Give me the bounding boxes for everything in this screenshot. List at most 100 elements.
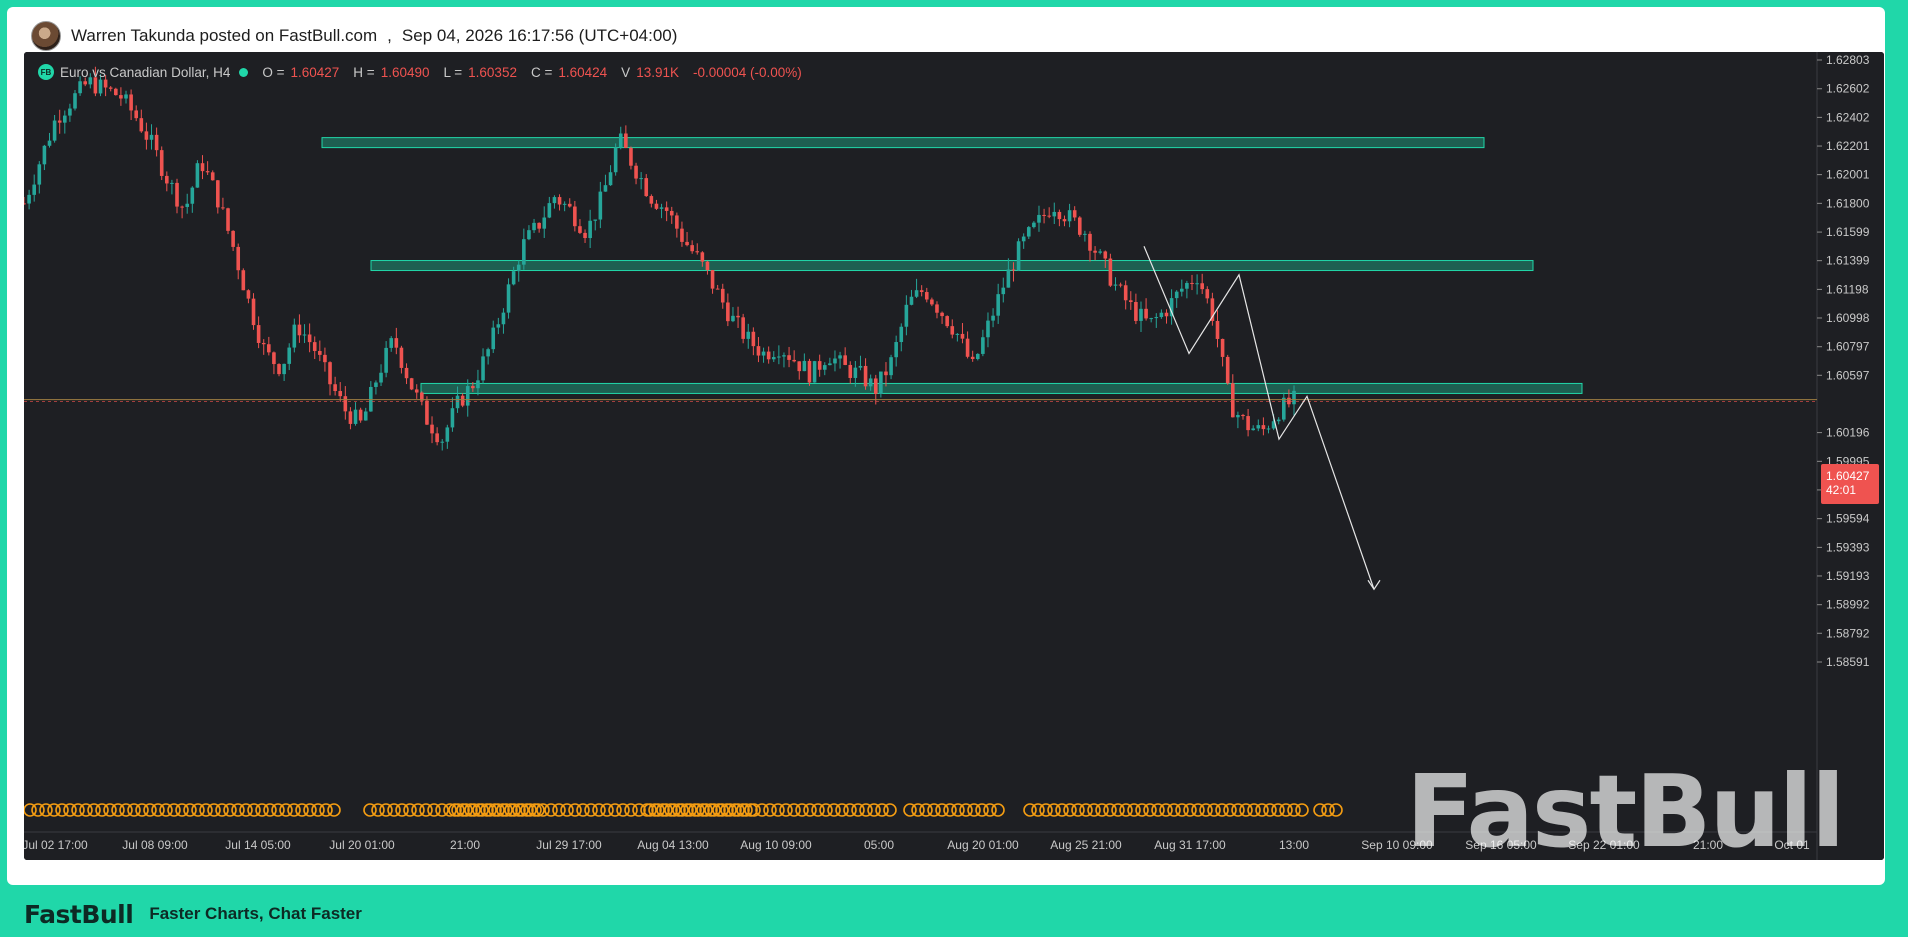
candle-body	[267, 344, 271, 353]
candle-body	[812, 361, 817, 383]
candle-body	[170, 182, 174, 184]
candle-body	[1139, 308, 1143, 321]
candle-body	[1001, 287, 1006, 295]
x-tick-label: Jul 20 01:00	[329, 838, 395, 852]
candle-body	[399, 347, 404, 368]
candle-body	[593, 219, 598, 221]
author-line[interactable]: Warren Takunda posted on FastBull.com	[71, 26, 377, 46]
candle-body	[557, 197, 562, 205]
candle-body	[226, 208, 230, 231]
candle-body	[435, 433, 439, 443]
candle-body	[190, 187, 195, 204]
candle-body	[924, 292, 929, 300]
candle-body	[537, 222, 541, 229]
footer: FastBull Faster Charts, Chat Faster	[24, 898, 362, 930]
candle-body	[1261, 425, 1266, 430]
candle-body	[1042, 214, 1046, 216]
candle-body	[935, 304, 939, 313]
candle-body	[720, 288, 725, 303]
y-tick-label: 1.61599	[1826, 225, 1870, 239]
candle-body	[669, 210, 674, 216]
candle-body	[909, 296, 914, 305]
candle-body	[685, 241, 689, 246]
candle-body	[715, 288, 720, 290]
y-tick-label: 1.61800	[1826, 196, 1870, 210]
chart-panel[interactable]: 1.62803 1.62602 1.62402 1.62201 1.62001 1.618…	[24, 52, 1884, 860]
candle-body	[822, 365, 827, 370]
candle-body	[1113, 284, 1118, 286]
candle-body	[1052, 211, 1057, 217]
candlestick-chart[interactable]: 1.62803 1.62602 1.62402 1.62201 1.62001 1.618…	[24, 52, 1884, 860]
candle-body	[1118, 284, 1123, 286]
candle-body	[664, 207, 669, 211]
candle-body	[817, 361, 822, 370]
symbol-title[interactable]: Euro vs Canadian Dollar, H4	[60, 65, 230, 80]
candle-body	[904, 304, 909, 327]
candle-body	[552, 197, 557, 204]
candle-body	[613, 147, 618, 173]
high-value: 1.60490	[380, 64, 430, 80]
candle-body	[323, 354, 327, 363]
candle-body	[583, 232, 587, 239]
footer-tagline: Faster Charts, Chat Faster	[149, 904, 362, 923]
candle-body	[940, 312, 944, 317]
open-value: 1.60427	[290, 64, 340, 80]
candle-body	[930, 299, 934, 305]
candle-body	[430, 424, 434, 434]
candle-body	[1057, 211, 1062, 220]
y-tick-label: 1.62001	[1826, 168, 1870, 182]
candle-body	[766, 351, 771, 360]
candle-body	[129, 94, 133, 111]
post-timestamp: Sep 04, 2026 16:17:56 (UTC+04:00)	[401, 26, 678, 45]
candle-body	[471, 386, 475, 389]
candle-body	[1037, 214, 1041, 223]
candle-body	[1032, 222, 1036, 228]
current-price-value: 1.60427	[1826, 469, 1870, 483]
candle-body	[404, 367, 409, 379]
candle-body	[144, 131, 149, 140]
y-tick-label: 1.60597	[1826, 368, 1870, 382]
author-avatar[interactable]	[31, 21, 61, 51]
candle-body	[1251, 428, 1255, 431]
candle-body	[618, 133, 623, 148]
candle-body	[414, 389, 419, 393]
candle-body	[139, 118, 144, 132]
candle-body	[853, 367, 858, 378]
y-tick-label: 1.62803	[1826, 53, 1870, 67]
candle-body	[1077, 217, 1082, 235]
candle-body	[312, 342, 317, 351]
candle-body	[409, 378, 414, 390]
post-header: Warren Takunda posted on FastBull.com , …	[31, 21, 677, 51]
candle-body	[52, 120, 57, 141]
candle-body	[741, 317, 745, 339]
candle-body	[787, 355, 791, 360]
candle-body	[272, 352, 276, 365]
candle-body	[68, 108, 72, 116]
candle-body	[1230, 383, 1235, 418]
candle-body	[889, 357, 893, 376]
candle-body	[180, 206, 184, 208]
candle-body	[394, 338, 399, 348]
candle-body	[175, 182, 179, 207]
candle-body	[1190, 282, 1194, 284]
candle-body	[522, 239, 526, 265]
candle-body	[603, 185, 608, 192]
candle-body	[598, 191, 603, 220]
candle-body	[328, 362, 332, 385]
candle-body	[1088, 233, 1092, 251]
candle-body	[27, 194, 31, 204]
candle-body	[236, 246, 241, 271]
x-tick-label: Jul 14 05:00	[225, 838, 291, 852]
candle-body	[588, 220, 592, 239]
candle-body	[975, 353, 980, 359]
candle-body	[134, 110, 139, 119]
x-tick-label: Jul 29 17:00	[536, 838, 602, 852]
candle-body	[777, 356, 781, 358]
close-label: C =	[530, 64, 553, 80]
candle-body	[24, 203, 26, 205]
candle-body	[302, 334, 307, 336]
footer-logo[interactable]: FastBull	[24, 900, 134, 929]
candle-body	[384, 347, 388, 373]
candle-body	[287, 347, 292, 364]
candle-body	[695, 251, 700, 253]
